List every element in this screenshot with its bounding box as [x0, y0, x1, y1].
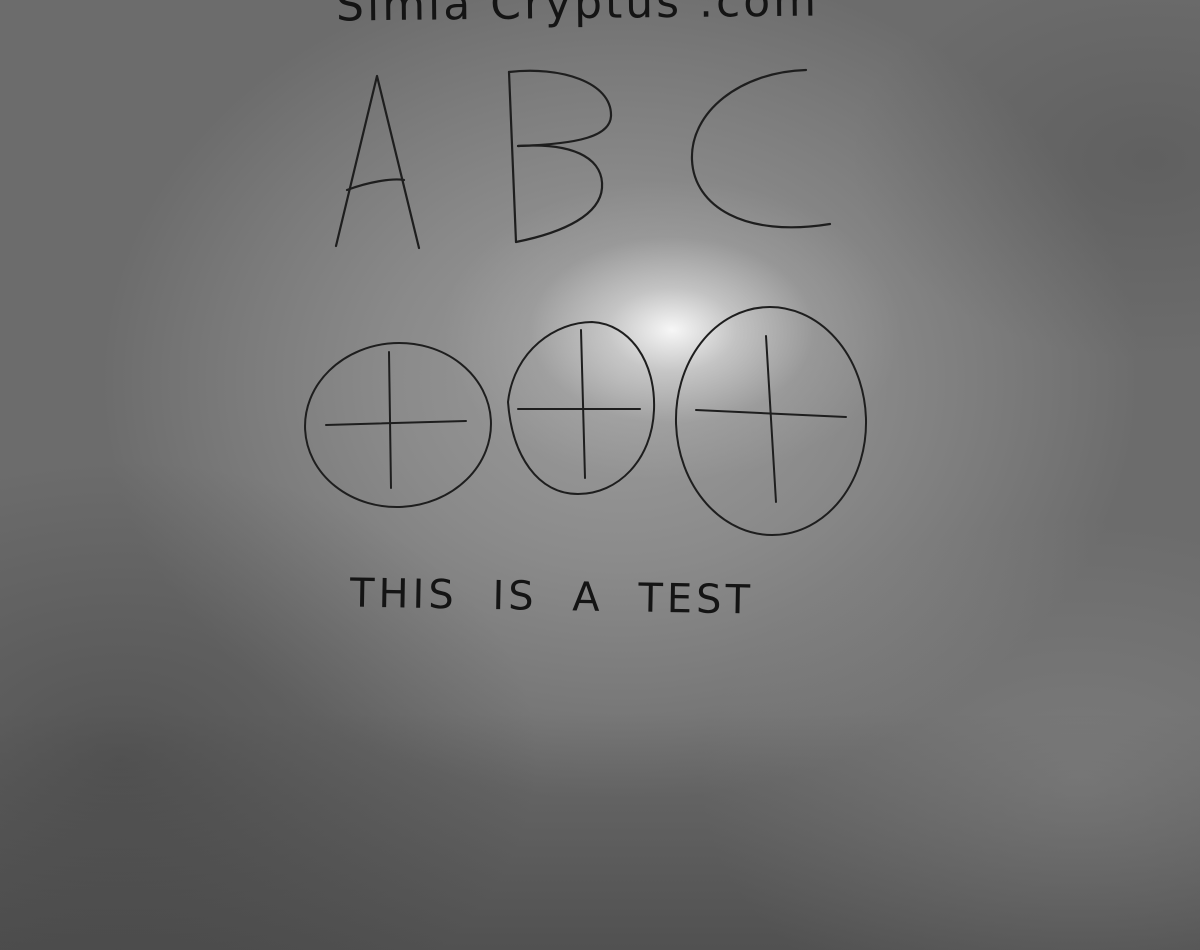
letter-c — [690, 68, 832, 229]
cross-circle-right — [674, 306, 868, 536]
cross-circle-middle — [507, 321, 656, 495]
caption-handwriting: THIS IS A TEST — [349, 570, 755, 624]
photo: Simia Cryptus .com THIS IS A TEST — [0, 0, 1200, 950]
letter-b — [507, 69, 613, 244]
ink-drawing — [304, 68, 868, 536]
cross-circle-left — [304, 341, 492, 509]
letter-a — [334, 74, 421, 250]
